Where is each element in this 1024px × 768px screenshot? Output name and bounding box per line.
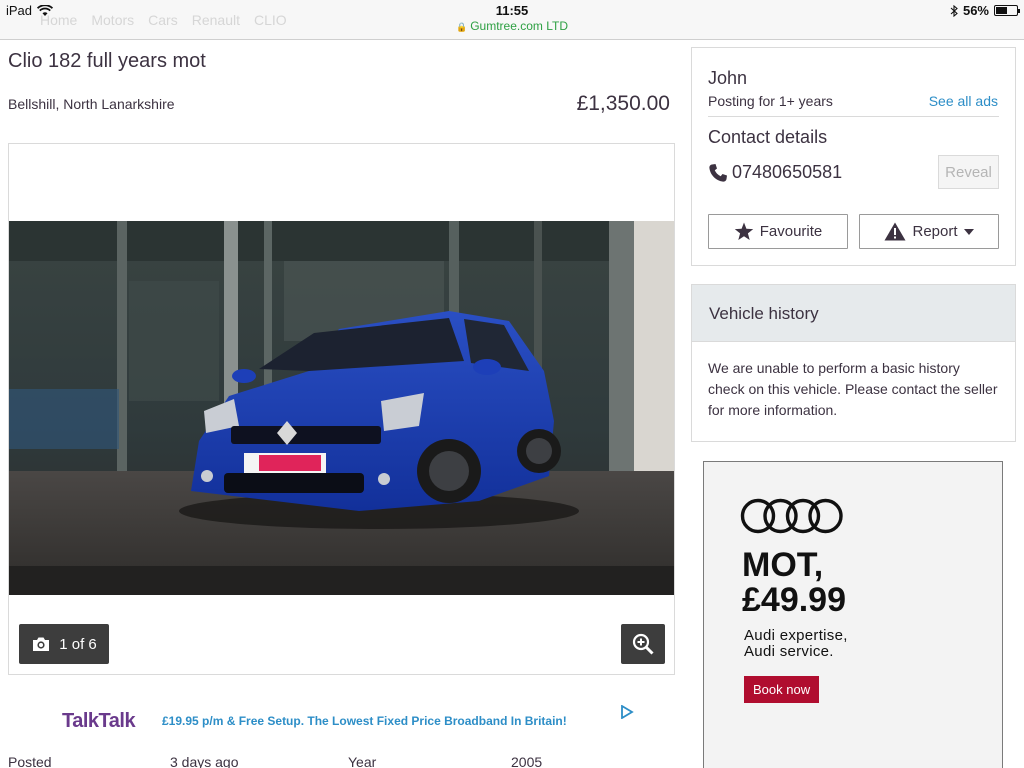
phone-number-text: 07480650581: [732, 162, 843, 182]
audi-display-ad[interactable]: MOT, £49.99 Audi expertise, Audi service…: [703, 461, 1003, 768]
audi-headline-line: £49.99: [742, 581, 846, 619]
photo-counter-button[interactable]: 1 of 6: [19, 624, 109, 664]
audi-sub-line: Audi service.: [744, 643, 834, 660]
vehicle-history-text: We are unable to perform a basic history…: [708, 360, 998, 418]
attribute-value: 3 days ago: [170, 754, 239, 768]
report-label: Report: [912, 223, 958, 240]
contact-details-heading: Contact details: [708, 127, 828, 147]
seller-name: John: [708, 68, 748, 88]
zoom-in-icon: [632, 633, 654, 655]
lock-icon: 🔒: [455, 22, 468, 32]
attribute-label: Year: [348, 754, 377, 768]
listing-location: Bellshill, North Lanarkshire: [8, 96, 175, 112]
listing-title: Clio 182 full years mot: [8, 50, 206, 72]
report-button[interactable]: Report: [859, 214, 999, 249]
attribute-label: Posted: [8, 754, 52, 768]
audi-ad-subtext: Audi expertise, Audi service.: [744, 628, 848, 660]
audi-sub-line: Audi expertise,: [744, 627, 848, 644]
attribute-value: 2005: [511, 754, 543, 768]
vehicle-history-heading: Vehicle history: [692, 285, 1015, 342]
battery-icon: [994, 5, 1020, 16]
seller-panel: John Posting for 1+ years See all ads Co…: [691, 47, 1016, 266]
photo-gallery: 1 of 6: [8, 143, 675, 675]
phone-icon: [709, 163, 727, 182]
caret-down-icon: [963, 228, 974, 235]
status-right: 56%: [950, 3, 1020, 18]
favourite-button[interactable]: Favourite: [708, 214, 848, 249]
talktalk-banner-ad[interactable]: TalkTalk £19.95 p/m & Free Setup. The Lo…: [8, 700, 648, 740]
see-all-ads-link[interactable]: See all ads: [929, 93, 998, 109]
car-photo[interactable]: [9, 221, 674, 595]
zoom-button[interactable]: [621, 624, 665, 664]
star-icon: [734, 222, 753, 240]
warning-icon: [884, 222, 906, 241]
vehicle-history-panel: Vehicle history We are unable to perform…: [691, 284, 1016, 442]
divider: [708, 116, 999, 117]
clock: 11:55: [495, 3, 529, 18]
ios-status-bar: iPad Home Motors Cars Renault CLIO 11:55…: [0, 0, 1024, 40]
phone-number: 07480650581: [708, 162, 842, 183]
battery-fill: [996, 7, 1008, 14]
reveal-button[interactable]: Reveal: [938, 155, 999, 189]
audi-headline-line: MOT,: [742, 546, 824, 584]
book-now-button[interactable]: Book now: [744, 676, 820, 703]
talktalk-logo: TalkTalk: [62, 710, 136, 732]
adchoices-icon[interactable]: [620, 705, 634, 719]
bluetooth-icon: [950, 4, 958, 17]
photo-counter-text: 1 of 6: [59, 635, 97, 653]
battery-percent: 56%: [962, 3, 989, 18]
favourite-label: Favourite: [759, 223, 823, 240]
seller-posting-duration: Posting for 1+ years: [708, 93, 833, 109]
address-bar[interactable]: 🔒 Gumtree.com LTD: [0, 19, 1024, 33]
audi-ad-headline: MOT, £49.99: [742, 548, 846, 618]
audi-logo: [740, 498, 843, 534]
talktalk-ad-text: £19.95 p/m & Free Setup. The Lowest Fixe…: [162, 714, 567, 728]
listing-price: £1,350.00: [576, 92, 670, 115]
url-text: Gumtree.com LTD: [470, 19, 569, 33]
camera-icon: [33, 637, 50, 651]
car-photo-image: [9, 221, 674, 595]
